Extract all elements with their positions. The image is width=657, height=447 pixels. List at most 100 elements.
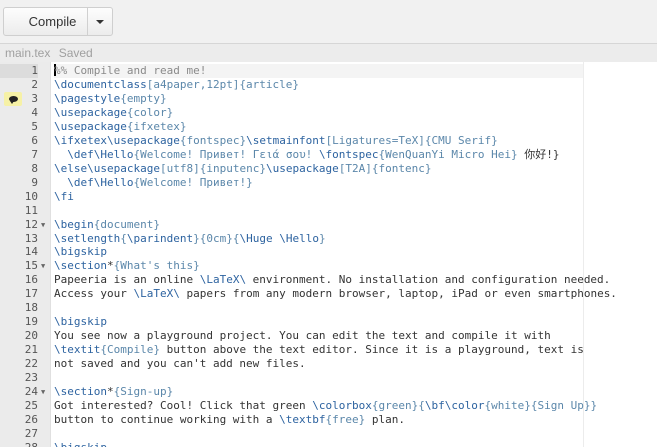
line-content: \bigskip (54, 441, 583, 447)
latex-argument: {Welcome! Привет!} (133, 175, 253, 189)
latex-argument: {document} (93, 217, 160, 231)
code-line[interactable]: 26 button to continue working with a \tex… (0, 413, 657, 427)
code-line[interactable]: 5 \usepackage{ifxetex} (0, 120, 657, 134)
latex-command: \colorbox (312, 399, 372, 413)
latex-argument: } (318, 231, 326, 245)
line-content: not saved and you can't add new files. (54, 357, 583, 371)
compile-button[interactable]: Compile (4, 8, 88, 35)
plain-text (54, 176, 67, 189)
file-tab-bar: main.tex Saved (0, 43, 657, 63)
line-number: 13 (24, 231, 38, 245)
line-number: 24 (24, 385, 38, 399)
fold-toggle-icon[interactable]: ▼ (41, 385, 45, 399)
code-line[interactable]: 11 (0, 204, 657, 218)
code-line[interactable]: 20 You see now a playground project. You … (0, 329, 657, 343)
line-content: \section*{Sign-up} (54, 385, 583, 399)
latex-argument: {What's this} (113, 259, 200, 273)
code-line[interactable]: 13 \setlength{\parindent}{0cm}{\Huge \Hel… (0, 232, 657, 246)
line-content: \bigskip (54, 315, 583, 329)
code-line[interactable]: 14 \bigskip (0, 245, 657, 259)
plain-text: Got interested? Cool! Click that green (54, 399, 313, 413)
code-line[interactable]: 27 (0, 427, 657, 441)
plain-text: * (106, 385, 114, 399)
code-line[interactable]: 25 Got interested? Cool! Click that green… (0, 399, 657, 413)
plain-text: button above the text editor. Since it i… (159, 343, 584, 357)
line-number: 20 (24, 329, 38, 343)
code-line[interactable]: 7 \def\Hello{Welcome! Привет! Γειά σου! … (0, 148, 657, 162)
plain-text (54, 148, 67, 161)
latex-command: \documentclass (54, 77, 147, 91)
line-content: \setlength{\parindent}{0cm}{\Huge \Hello… (54, 232, 583, 246)
latex-command: \color (444, 399, 485, 413)
latex-command: \ifxetex (54, 133, 107, 147)
code-line[interactable]: 4 \usepackage{color} (0, 106, 657, 120)
latex-command: \usepackage (87, 161, 160, 175)
comment: %% Compile and read me! (54, 64, 207, 77)
line-number: 28 (0, 441, 38, 447)
line-number: 15 (24, 259, 38, 273)
line-number: 2 (31, 77, 38, 91)
latex-command: \setmainfont (246, 133, 326, 147)
latex-command: \section (54, 385, 107, 399)
code-line[interactable]: 18 (0, 301, 657, 315)
code-line[interactable]: 15 ▼ \section*{What's this} (0, 259, 657, 273)
latex-argument: {green}{ (371, 399, 425, 413)
latex-argument: {free} (325, 413, 366, 426)
latex-command: \Hello (279, 231, 319, 245)
latex-command: \parindent (126, 231, 194, 245)
latex-command: \usepackage (54, 119, 127, 133)
line-content: \def\Hello{Welcome! Привет! Γειά σου! \f… (54, 148, 583, 162)
code-line[interactable]: 10 \fi (0, 190, 657, 204)
latex-argument: [Ligatures=TeX]{CMU Serif} (325, 133, 498, 147)
line-number: 1 (0, 64, 38, 78)
latex-argument: [utf8]{inputenc} (159, 161, 266, 175)
line-number: 11 (24, 203, 38, 217)
line-content: %% Compile and read me! (54, 64, 583, 78)
plain-text: not saved and you can't add new files. (54, 357, 306, 371)
line-content: \bigskip (54, 245, 583, 259)
fold-toggle-icon[interactable]: ▼ (41, 218, 45, 232)
latex-command: \textbf (279, 413, 326, 426)
latex-command: \LaTeX\ (199, 273, 247, 287)
latex-argument: [T2A]{fontenc} (338, 161, 432, 175)
comment-bubble-icon[interactable] (4, 91, 22, 106)
line-content: \def\Hello{Welcome! Привет!} (54, 176, 583, 190)
code-line[interactable]: 24 ▼ \section*{Sign-up} (0, 385, 657, 399)
line-number: 10 (24, 189, 38, 203)
code-line[interactable]: 1 %% Compile and read me! (0, 64, 657, 78)
code-line[interactable]: 2 \documentclass[a4paper,12pt]{article} (0, 78, 657, 92)
line-number: 6 (31, 133, 38, 147)
code-line[interactable]: 19 \bigskip (0, 315, 657, 329)
line-number: 12 (24, 217, 38, 231)
latex-command: \begin (54, 217, 94, 231)
line-number: 5 (31, 119, 38, 133)
code-line[interactable]: 8 \else\usepackage[utf8]{inputenc}\usepac… (0, 162, 657, 176)
latex-argument: {color} (126, 105, 174, 119)
code-line[interactable]: 16 Papeeria is an online \LaTeX\ environm… (0, 273, 657, 287)
file-tab[interactable]: main.tex (5, 46, 50, 60)
code-line[interactable]: 21 \textit{Compile} button above the text… (0, 343, 657, 357)
code-line[interactable]: 9 \def\Hello{Welcome! Привет!} (0, 176, 657, 190)
line-number: 27 (24, 426, 38, 440)
code-line[interactable]: 23 (0, 371, 657, 385)
line-content: \documentclass[a4paper,12pt]{article} (54, 78, 583, 92)
code-line[interactable]: 6 \ifxetex\usepackage{fontspec}\setmainfo… (0, 134, 657, 148)
code-line[interactable]: 12 ▼ \begin{document} (0, 218, 657, 232)
latex-argument: {ifxetex} (126, 119, 187, 133)
line-content: \usepackage{color} (54, 106, 583, 120)
line-content: \section*{What's this} (54, 259, 583, 273)
code-line[interactable]: 22 not saved and you can't add new files. (0, 357, 657, 371)
code-line[interactable]: 28 \bigskip (0, 441, 657, 447)
plain-text: 你好!} (517, 147, 560, 161)
code-editor[interactable]: 1%% Compile and read me! 2 \documentclass[… (0, 62, 657, 447)
line-number: 17 (24, 287, 38, 301)
code-line[interactable]: 3 \pagestyle{empty} (0, 91, 657, 106)
compile-options-dropdown[interactable] (88, 8, 112, 35)
line-content: button to continue working with a \textb… (54, 413, 583, 427)
latex-command: \usepackage (54, 105, 127, 119)
line-number: 23 (24, 371, 38, 385)
code-line[interactable]: 17 Access your \LaTeX\ papers from any mo… (0, 287, 657, 301)
fold-toggle-icon[interactable]: ▼ (41, 259, 45, 273)
plain-text: * (106, 259, 114, 273)
line-content: Papeeria is an online \LaTeX\ environmen… (54, 273, 610, 287)
